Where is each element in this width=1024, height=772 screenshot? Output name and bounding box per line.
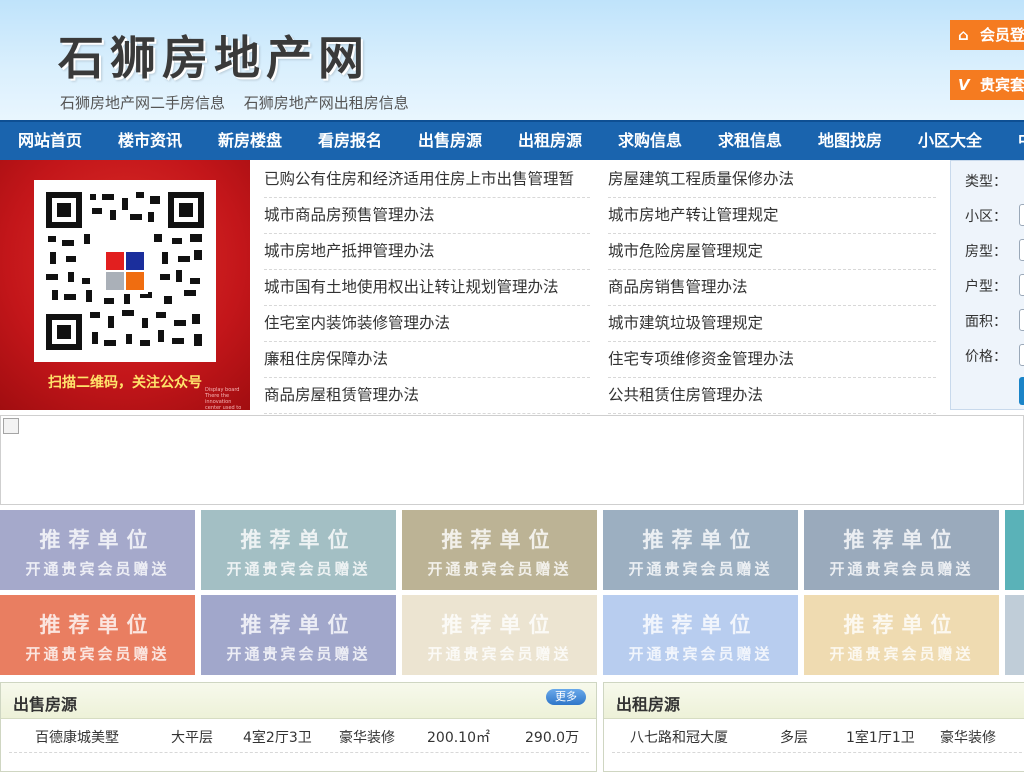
price-select[interactable] [1019,344,1024,366]
site-header: 石狮房地产网 石狮房地产网二手房信息 石狮房地产网出租房信息 ⌂ 会员登 V 贵宾套 [0,0,1024,120]
news-link[interactable]: 城市房地产抵押管理办法 [264,234,590,270]
nav-item-viewing[interactable]: 看房报名 [318,122,382,160]
home-icon: ⌂ [958,26,969,44]
search-label-community: 小区： [965,209,1007,225]
nav-item-want-buy[interactable]: 求购信息 [618,122,682,160]
member-login-button[interactable]: ⌂ 会员登 [950,20,1024,50]
community-input[interactable] [1019,204,1024,226]
promo-tile[interactable]: 推荐单位 开通贵宾会员赠送 [804,510,999,590]
promo-tile[interactable]: 推荐单位 开通贵宾会员赠送 [0,510,195,590]
listing-layout: 4室2厅3卫 [243,730,312,746]
qr-code-icon [46,192,204,350]
listing-price: 290.0万 [525,730,580,746]
promo-tile[interactable]: 推荐单位 开通贵宾会员赠送 [603,510,798,590]
news-link[interactable]: 廉租住房保障办法 [264,342,590,378]
panel-title: 出售房源 [13,695,78,714]
nav-item-new-homes[interactable]: 新房楼盘 [218,122,282,160]
news-link[interactable]: 住宅室内装饰装修管理办法 [264,306,590,342]
qr-banner[interactable]: 扫描二维码，关注公众号 Display board There the inno… [0,160,250,410]
listing-decoration: 豪华装修 [940,730,996,746]
listing-floor: 多层 [780,730,808,746]
sublink-sale[interactable]: 石狮房地产网二手房信息 [60,94,225,112]
news-link[interactable]: 城市商品房预售管理办法 [264,198,590,234]
news-link[interactable]: 城市建筑垃圾管理规定 [608,306,936,342]
panel-header: 出租房源 [604,683,1024,719]
nav-item-sale[interactable]: 出售房源 [418,122,482,160]
listing-layout: 1室1厅1卫 [846,730,915,746]
site-logo[interactable]: 石狮房地产网 [58,22,370,88]
nav-item-map[interactable]: 地图找房 [818,122,882,160]
vip-icon: V [958,76,970,94]
promo-tile[interactable]: 推荐单位 开通贵宾会员赠送 [804,595,999,675]
search-label-area: 面积： [965,314,1007,330]
property-search-box: 类型： 小区： 房型： 户型： 面积： 价格： [950,160,1024,410]
promo-tile[interactable] [1005,510,1024,590]
nav-item-want-rent[interactable]: 求租信息 [718,122,782,160]
header-sublinks: 石狮房地产网二手房信息 石狮房地产网出租房信息 [60,92,423,113]
promo-tile[interactable]: 推荐单位 开通贵宾会员赠送 [603,595,798,675]
news-link[interactable]: 已购公有住房和经济适用住房上市出售管理暂 [264,162,590,198]
listing-decoration: 豪华装修 [339,730,395,746]
news-link[interactable]: 城市国有土地使用权出让转让规划管理办法 [264,270,590,306]
promo-tile[interactable]: 推荐单位 开通贵宾会员赠送 [0,595,195,675]
news-link[interactable]: 城市房地产转让管理规定 [608,198,936,234]
promo-tile[interactable]: 推荐单位 开通贵宾会员赠送 [402,510,597,590]
search-label-type: 类型： [965,174,1007,190]
search-label-room: 房型： [965,244,1007,260]
news-link[interactable]: 房屋建筑工程质量保修办法 [608,162,936,198]
qr-code [34,180,216,362]
listing-floor: 大平层 [171,730,213,746]
nav-item-communities[interactable]: 小区大全 [918,122,982,160]
search-label-layout: 户型： [965,279,1007,295]
nav-item-rent[interactable]: 出租房源 [518,122,582,160]
more-button[interactable]: 更多 [546,689,586,705]
sale-listings-panel: 出售房源 更多 百德康城美墅 大平层 4室2厅3卫 豪华装修 200.10㎡ 2… [0,682,597,772]
panel-title: 出租房源 [616,695,681,714]
nav-item-home[interactable]: 网站首页 [18,122,82,160]
layout-select[interactable] [1019,274,1024,296]
listing-name[interactable]: 八七路和冠大厦 [630,727,728,747]
banner-small-text: Display board There the innovation cente… [205,387,242,410]
listing-row[interactable]: 八七路和冠大厦 多层 1室1厅1卫 豪华装修 [612,721,1024,753]
news-link[interactable]: 商品房销售管理办法 [608,270,936,306]
listing-name[interactable]: 百德康城美墅 [35,727,119,747]
news-link[interactable]: 住宅专项维修资金管理办法 [608,342,936,378]
search-label-price: 价格： [965,349,1007,365]
sublink-rent[interactable]: 石狮房地产网出租房信息 [244,94,409,112]
ad-banner[interactable] [0,415,1024,505]
search-button[interactable] [1019,377,1024,405]
room-type-select[interactable] [1019,239,1024,261]
listing-area: 200.10㎡ [427,730,490,746]
promo-tile[interactable] [1005,595,1024,675]
listing-row[interactable]: 百德康城美墅 大平层 4室2厅3卫 豪华装修 200.10㎡ 290.0万 [9,721,589,753]
promo-tile[interactable]: 推荐单位 开通贵宾会员赠送 [402,595,597,675]
news-link[interactable]: 商品房屋租赁管理办法 [264,378,590,414]
promo-tile[interactable]: 推荐单位 开通贵宾会员赠送 [201,510,396,590]
news-link[interactable]: 公共租赁住房管理办法 [608,378,936,414]
rent-listings-panel: 出租房源 八七路和冠大厦 多层 1室1厅1卫 豪华装修 [603,682,1024,772]
vip-button[interactable]: V 贵宾套 [950,70,1024,100]
nav-item-news[interactable]: 楼市资讯 [118,122,182,160]
main-nav: 网站首页 楼市资讯 新房楼盘 看房报名 出售房源 出租房源 求购信息 求租信息 … [0,120,1024,160]
panel-header: 出售房源 更多 [1,683,596,719]
news-link[interactable]: 城市危险房屋管理规定 [608,234,936,270]
area-select[interactable] [1019,309,1024,331]
promo-tile[interactable]: 推荐单位 开通贵宾会员赠送 [201,595,396,675]
broken-image-icon [3,418,19,434]
nav-item-more[interactable]: 中 [1018,122,1024,160]
